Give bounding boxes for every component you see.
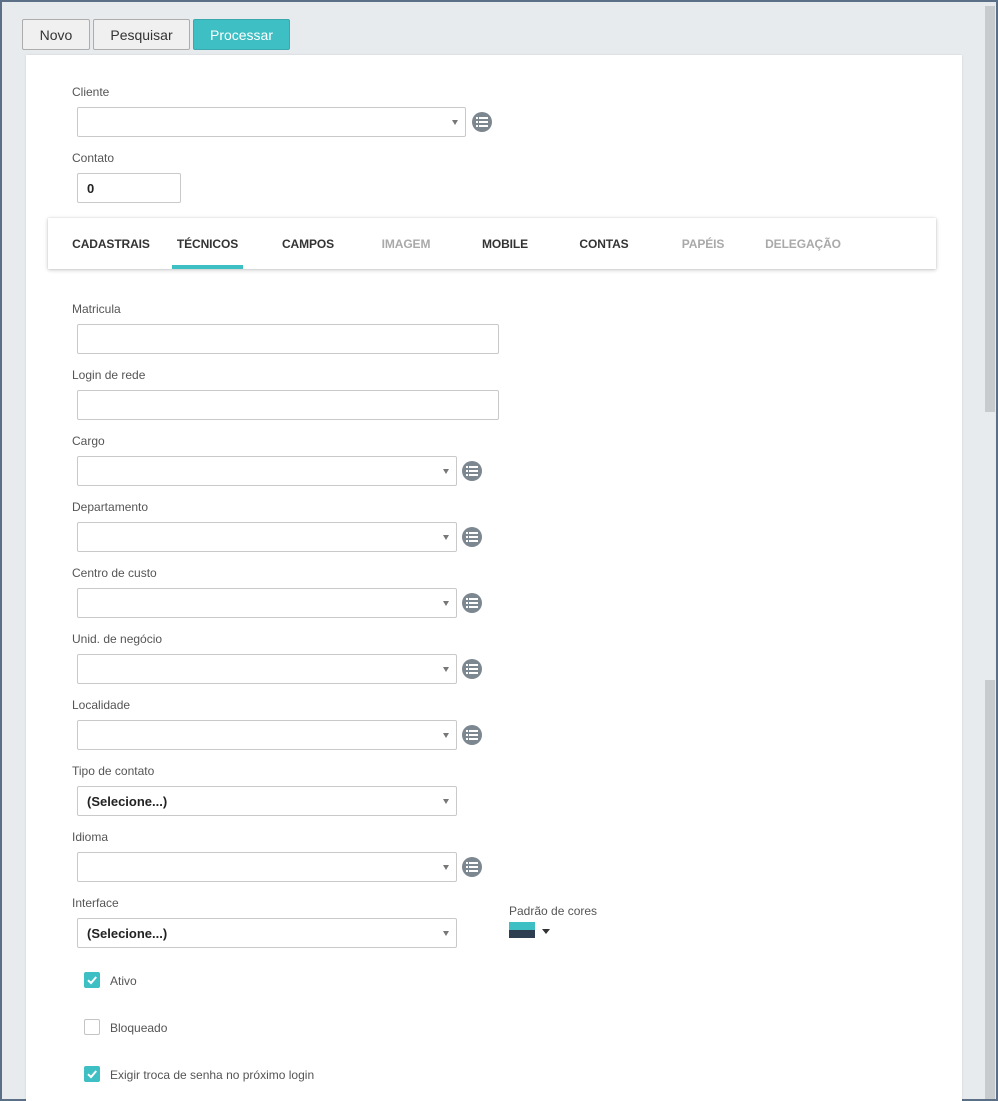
tab-campos[interactable]: CAMPOS — [270, 218, 346, 269]
check-icon — [87, 1070, 97, 1079]
tab-mobile[interactable]: MOBILE — [465, 218, 545, 269]
list-icon — [466, 730, 478, 740]
bloqueado-label: Bloqueado — [110, 1021, 168, 1035]
idioma-list-button[interactable] — [462, 857, 482, 877]
color-swatch-top — [509, 922, 535, 930]
cargo-select[interactable] — [77, 456, 457, 486]
interface-label: Interface — [72, 896, 119, 910]
tab-tecnicos[interactable]: TÉCNICOS — [172, 218, 243, 269]
exigir-troca-label: Exigir troca de senha no próximo login — [110, 1068, 315, 1082]
login-rede-input[interactable] — [77, 390, 499, 420]
exigir-troca-checkbox[interactable] — [84, 1066, 100, 1082]
ativo-label: Ativo — [110, 974, 137, 988]
matricula-input[interactable] — [77, 324, 499, 354]
departamento-list-button[interactable] — [462, 527, 482, 547]
interface-value: (Selecione...) — [87, 925, 168, 941]
unid-negocio-list-button[interactable] — [462, 659, 482, 679]
scrollbar[interactable] — [984, 2, 996, 1099]
novo-button[interactable]: Novo — [22, 19, 90, 50]
localidade-label: Localidade — [72, 698, 131, 712]
color-scheme-swatch[interactable] — [509, 922, 535, 938]
idioma-label: Idioma — [72, 830, 109, 844]
chevron-down-icon[interactable] — [542, 929, 550, 934]
tab-cadastrais[interactable]: CADASTRAIS — [67, 218, 155, 269]
color-swatch-bottom — [509, 930, 535, 938]
scrollbar-thumb[interactable] — [985, 6, 995, 412]
processar-button[interactable]: Processar — [193, 19, 290, 50]
ativo-checkbox[interactable] — [84, 972, 100, 988]
centro-custo-select[interactable] — [77, 588, 457, 618]
list-icon — [466, 466, 478, 476]
unid-negocio-label: Unid. de negócio — [72, 632, 163, 646]
unid-negocio-select[interactable] — [77, 654, 457, 684]
idioma-select[interactable] — [77, 852, 457, 882]
pesquisar-button[interactable]: Pesquisar — [93, 19, 190, 50]
tipo-contato-select[interactable]: (Selecione...) — [77, 786, 457, 816]
departamento-select[interactable] — [77, 522, 457, 552]
interface-select[interactable]: (Selecione...) — [77, 918, 457, 948]
check-icon — [87, 976, 97, 985]
list-icon — [466, 862, 478, 872]
cargo-label: Cargo — [72, 434, 105, 448]
cliente-list-button[interactable] — [472, 112, 492, 132]
chevron-down-icon — [452, 120, 458, 125]
tab-delegacao[interactable]: DELEGAÇÃO — [758, 218, 848, 269]
list-icon — [466, 532, 478, 542]
chevron-down-icon — [443, 601, 449, 606]
tipo-contato-value: (Selecione...) — [87, 793, 168, 809]
centro-custo-list-button[interactable] — [462, 593, 482, 613]
contato-label: Contato — [72, 151, 115, 165]
departamento-label: Departamento — [72, 500, 149, 514]
localidade-select[interactable] — [77, 720, 457, 750]
chevron-down-icon — [443, 535, 449, 540]
cliente-select[interactable] — [77, 107, 466, 137]
matricula-label: Matricula — [72, 302, 121, 316]
bloqueado-checkbox[interactable] — [84, 1019, 100, 1035]
login-rede-label: Login de rede — [72, 368, 146, 382]
centro-custo-label: Centro de custo — [72, 566, 157, 580]
chevron-down-icon — [443, 733, 449, 738]
tab-imagem[interactable]: IMAGEM — [366, 218, 446, 269]
list-icon — [466, 598, 478, 608]
chevron-down-icon — [443, 931, 449, 936]
list-icon — [466, 664, 478, 674]
contato-input[interactable]: 0 — [77, 173, 181, 203]
chevron-down-icon — [443, 667, 449, 672]
chevron-down-icon — [443, 865, 449, 870]
tab-bar: CADASTRAIS TÉCNICOS CAMPOS IMAGEM MOBILE… — [48, 218, 936, 269]
tab-papeis[interactable]: PAPÉIS — [663, 218, 743, 269]
list-icon — [476, 117, 488, 127]
scrollbar-thumb-lower[interactable] — [985, 680, 995, 1099]
form-panel: Cliente Contato 0 CADASTRAIS TÉCNICOS CA… — [26, 55, 962, 1101]
cargo-list-button[interactable] — [462, 461, 482, 481]
chevron-down-icon — [443, 799, 449, 804]
localidade-list-button[interactable] — [462, 725, 482, 745]
chevron-down-icon — [443, 469, 449, 474]
tipo-contato-label: Tipo de contato — [72, 764, 155, 778]
padrao-cores-label: Padrão de cores — [509, 904, 598, 918]
tab-contas[interactable]: CONTAS — [564, 218, 644, 269]
cliente-label: Cliente — [72, 85, 110, 99]
